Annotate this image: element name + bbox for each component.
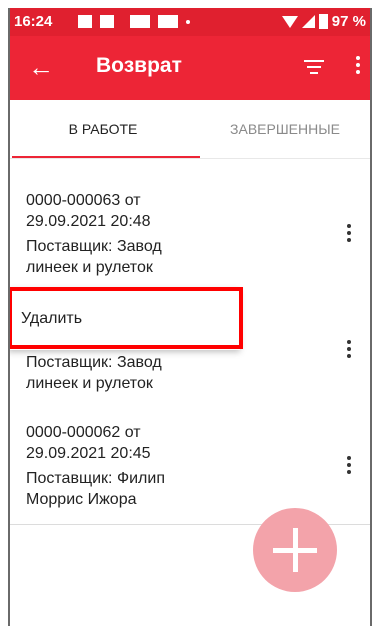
document-date: 29.09.2021 20:45: [26, 445, 151, 462]
signal-icon: [301, 15, 315, 28]
tab-completed[interactable]: ЗАВЕРШЕННЫЕ: [198, 100, 372, 158]
document-number: 0000-000062 от: [26, 424, 141, 441]
supplier-line: Моррис Ижора: [26, 491, 137, 508]
status-bar: 16:24 97 %: [8, 8, 372, 36]
app-bar: ← Возврат: [8, 36, 372, 100]
highlight-box: [8, 287, 243, 349]
tab-in-progress[interactable]: В РАБОТЕ: [8, 100, 198, 158]
document-date: 29.09.2021 20:48: [26, 213, 151, 230]
frame-border: [370, 8, 372, 626]
more-notifications-dot-icon: [186, 20, 190, 24]
supplier-line: линеек и рулеток: [26, 375, 153, 392]
filter-icon[interactable]: [304, 60, 324, 76]
more-vertical-icon[interactable]: [356, 56, 360, 77]
add-button[interactable]: [253, 508, 337, 592]
list-item[interactable]: 0000-000062 от 29.09.2021 20:45 Поставщи…: [8, 408, 372, 525]
supplier-line: Поставщик: Филип: [26, 470, 165, 487]
back-arrow-icon[interactable]: ←: [28, 52, 54, 82]
supplier-line: Поставщик: Завод: [26, 354, 162, 371]
supplier-line: линеек и рулеток: [26, 259, 153, 276]
supplier-line: Поставщик: Завод: [26, 238, 162, 255]
frame-border: [8, 8, 10, 626]
document-number: 0000-000063 от: [26, 192, 141, 209]
tab-bar: В РАБОТЕ ЗАВЕРШЕННЫЕ: [8, 100, 372, 159]
list-item-text: 0000-000063 от 29.09.2021 20:48 Поставщи…: [26, 190, 306, 278]
gallery-notification-icon: [100, 15, 114, 28]
screen: 16:24 97 % ← Возврат В РАБОТЕ ЗАВЕРШЕННЫ…: [8, 8, 372, 626]
wifi-icon: [281, 15, 298, 28]
list-item[interactable]: 0000-000063 от 29.09.2021 20:48 Поставщи…: [8, 176, 372, 293]
notification-icon: [158, 15, 178, 28]
list-item-text: Поставщик: Завод линеек и рулеток: [26, 352, 306, 394]
battery-level: 97 %: [331, 13, 366, 30]
status-time: 16:24: [14, 13, 53, 30]
notification-icon: [130, 15, 150, 28]
status-indicators: 97 %: [281, 13, 366, 30]
list-item-text: 0000-000062 от 29.09.2021 20:45 Поставщи…: [26, 422, 306, 510]
active-tab-indicator: [12, 156, 200, 158]
item-more-icon[interactable]: [347, 456, 351, 477]
item-more-icon[interactable]: [347, 340, 351, 361]
page-title: Возврат: [96, 54, 182, 77]
image-notification-icon: [78, 15, 92, 28]
battery-icon: [318, 14, 328, 29]
add-icon-vertical: [293, 528, 298, 572]
item-more-icon[interactable]: [347, 224, 351, 245]
